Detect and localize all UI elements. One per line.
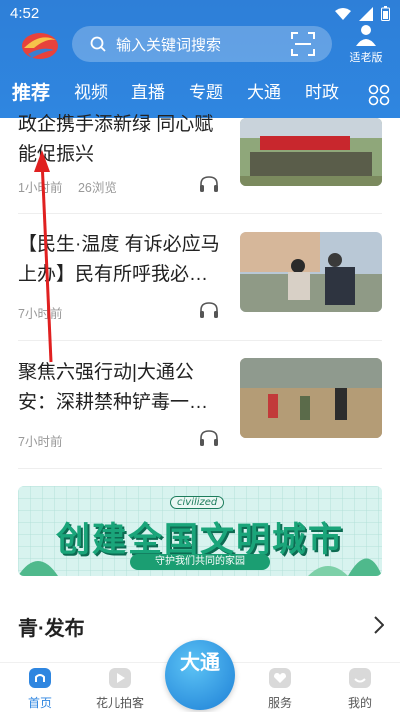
status-bar: 4:52 xyxy=(0,0,400,28)
search-bar[interactable]: 输入关键词搜索 xyxy=(72,26,332,62)
search-placeholder: 输入关键词搜索 xyxy=(116,36,222,54)
news-views: 26浏览 xyxy=(77,181,117,195)
civilization-banner[interactable]: civilized 创建全国文明城市 守护我们共同的家园 xyxy=(18,486,382,576)
news-thumbnail xyxy=(240,232,382,312)
headphones-icon[interactable] xyxy=(199,301,219,319)
news-meta: 7小时前 xyxy=(18,431,74,450)
news-title: 【民生·温度 有诉必应马上办】民有所呼我必… xyxy=(18,234,220,285)
elder-icon xyxy=(356,25,376,46)
tab-recommend[interactable]: 推荐 xyxy=(12,78,50,105)
nav-service[interactable]: 服务 xyxy=(250,667,310,711)
news-meta: 1小时前 26浏览 xyxy=(18,177,129,196)
top-bar: 4:52 输入关键词搜索 适老版 推荐 视频 直播 专题 大通 时政 xyxy=(0,0,400,118)
battery-icon xyxy=(381,6,390,21)
scan-icon[interactable] xyxy=(290,31,316,57)
section-title: 青·发布 xyxy=(18,618,85,640)
status-icons xyxy=(335,6,390,21)
divider xyxy=(18,213,382,214)
news-title: 政企携手添新绿 同心赋能促振兴 xyxy=(18,114,214,165)
news-thumbnail xyxy=(240,358,382,438)
banner-tag: civilized xyxy=(170,496,225,509)
tab-topic[interactable]: 专题 xyxy=(189,78,223,103)
news-meta: 7小时前 xyxy=(18,303,74,322)
profile-icon xyxy=(349,668,371,688)
video-play-icon xyxy=(109,668,131,688)
channel-tabs: 推荐 视频 直播 专题 大通 时政 xyxy=(0,78,400,114)
signal-icon xyxy=(359,6,373,21)
news-time: 7小时前 xyxy=(18,435,63,449)
status-time: 4:52 xyxy=(10,5,40,22)
center-button-label: 大通 xyxy=(180,650,220,674)
center-datong-button[interactable]: 大通 xyxy=(165,640,235,710)
app-logo[interactable] xyxy=(20,26,60,62)
tab-live[interactable]: 直播 xyxy=(131,78,165,103)
news-thumbnail xyxy=(240,118,382,186)
home-icon xyxy=(29,668,51,688)
nav-reporter[interactable]: 花儿拍客 xyxy=(90,667,150,711)
list-item[interactable]: 政企携手添新绿 同心赋能促振兴 1小时前 26浏览 xyxy=(0,114,400,214)
headphones-icon[interactable] xyxy=(199,175,219,193)
banner-subtitle: 守护我们共同的家园 xyxy=(130,554,270,570)
news-title: 聚焦六强行动|大通公安：深耕禁种铲毒一… xyxy=(18,362,209,413)
tab-video[interactable]: 视频 xyxy=(74,78,108,103)
divider xyxy=(18,468,382,469)
chevron-right-icon[interactable] xyxy=(374,616,384,634)
heart-service-icon xyxy=(269,668,291,688)
nav-home[interactable]: 首页 xyxy=(10,667,70,711)
search-icon xyxy=(90,36,106,52)
tab-datong[interactable]: 大通 xyxy=(247,78,281,103)
tab-politics[interactable]: 时政 xyxy=(305,78,339,103)
divider xyxy=(18,340,382,341)
elder-mode-button[interactable]: 适老版 xyxy=(346,24,386,65)
wifi-icon xyxy=(335,7,351,20)
nav-reporter-label: 花儿拍客 xyxy=(95,696,144,710)
nav-mine-label: 我的 xyxy=(347,696,372,710)
news-time: 7小时前 xyxy=(18,307,63,321)
nav-service-label: 服务 xyxy=(267,696,292,710)
elder-mode-label: 适老版 xyxy=(349,52,383,64)
headphones-icon[interactable] xyxy=(199,429,219,447)
nav-mine[interactable]: 我的 xyxy=(330,667,390,711)
channel-grid-icon[interactable] xyxy=(368,84,390,106)
list-item[interactable]: 聚焦六强行动|大通公安：深耕禁种铲毒一… 7小时前 xyxy=(0,358,400,470)
news-time: 1小时前 xyxy=(18,181,63,195)
nav-home-label: 首页 xyxy=(27,696,52,710)
list-item[interactable]: 【民生·温度 有诉必应马上办】民有所呼我必… 7小时前 xyxy=(0,230,400,342)
